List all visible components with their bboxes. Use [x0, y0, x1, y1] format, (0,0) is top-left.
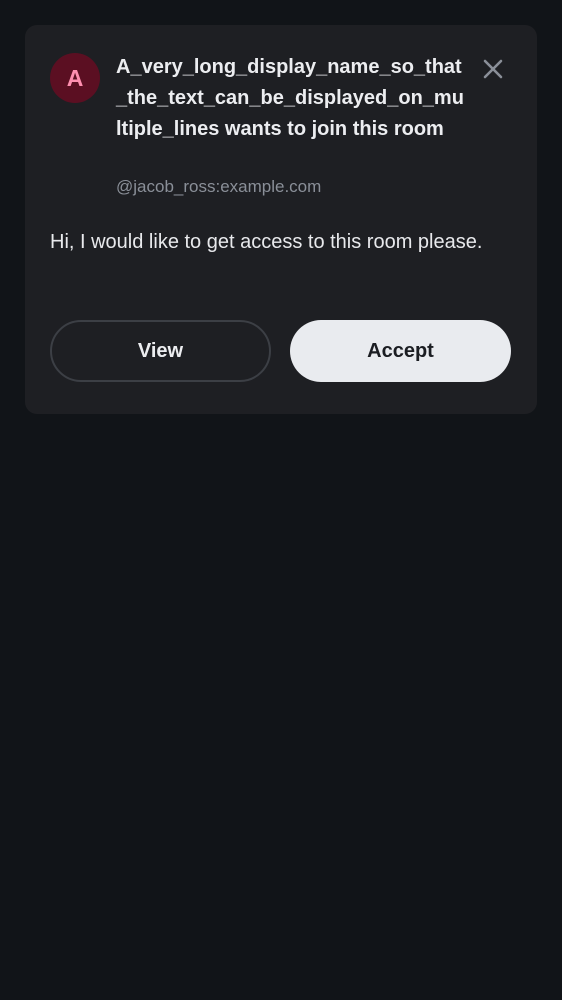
close-button[interactable]	[477, 53, 509, 85]
request-title: A_very_long_display_name_so_that_the_tex…	[116, 56, 464, 140]
join-request-card: A A_very_long_display_name_so_that_the_t…	[25, 25, 537, 414]
accept-button[interactable]: Accept	[290, 320, 511, 382]
view-button[interactable]: View	[50, 320, 271, 382]
accept-button-label: Accept	[367, 339, 434, 362]
request-message: Hi, I would like to get access to this r…	[50, 231, 483, 253]
close-icon	[483, 59, 503, 79]
avatar-initial: A	[66, 64, 84, 91]
screen: A A_very_long_display_name_so_that_the_t…	[0, 0, 562, 1000]
avatar: A	[50, 53, 100, 103]
view-button-label: View	[137, 339, 184, 362]
user-id: @jacob_ross:example.com	[116, 177, 322, 196]
